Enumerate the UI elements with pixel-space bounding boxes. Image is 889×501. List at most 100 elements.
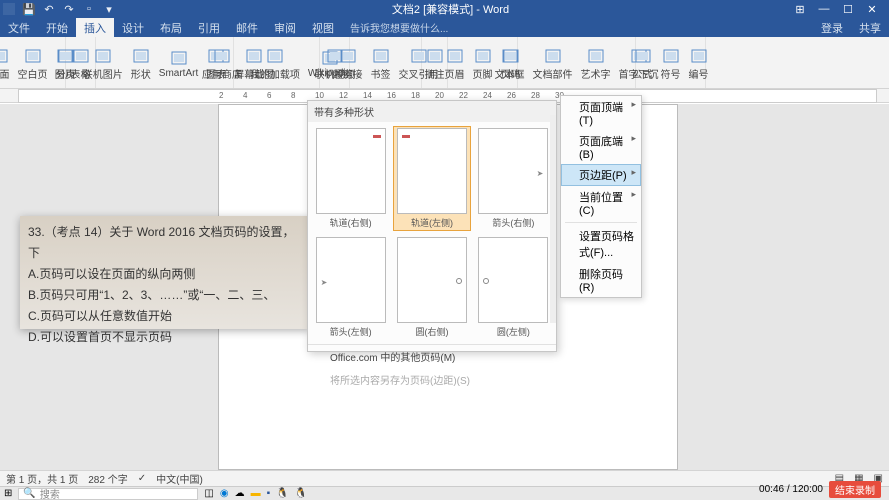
gallery-more-office[interactable]: Office.com 中的其他页码(M) [308,345,556,368]
ribbon-btn-图片[interactable]: 图片 [52,39,78,88]
超链接-icon [338,47,358,65]
gallery-item-轨道(左侧)[interactable]: 轨道(左侧) [393,126,470,231]
explorer-icon[interactable]: ▬ [251,488,261,499]
tell-me[interactable]: 告诉我您想要做什么... [342,18,456,37]
符号-icon [661,47,681,65]
minimize-icon[interactable]: — [817,3,831,16]
status-page[interactable]: 第 1 页，共 1 页 [6,471,78,486]
page-number-menu-item[interactable]: 删除页码(R) [561,263,641,297]
open-icon[interactable]: ▾ [102,2,116,16]
ribbon-group-文本: 文本框文档部件艺术字首字下沉 [518,37,636,88]
gallery-item-箭头(右侧)[interactable]: ➤箭头(右侧) [475,126,552,231]
gallery-item-轨道(右侧)[interactable]: 轨道(右侧) [312,126,389,231]
share[interactable]: 共享 [851,18,889,37]
编号-icon [689,47,709,65]
qq-icon-2[interactable]: 🐧 [295,488,307,499]
ribbon-btn-超链接[interactable]: 超链接 [330,39,366,88]
status-bar: 第 1 页，共 1 页 282 个字 ✓ 中文(中国) ▤ ▦ ▣ [0,470,889,486]
ribbon-options-icon[interactable]: ⊞ [793,3,807,16]
形状-icon [131,47,151,65]
gallery-thumb [478,237,548,323]
word-taskbar-icon[interactable]: ▪ [267,488,271,499]
sign-in[interactable]: 登录 [813,18,851,37]
quiz-option-b: B.页码只可用“1、2、3、……”或“一、二、三、 [28,285,302,306]
ribbon-tabs: 文件 开始 插入 设计 布局 引用 邮件 审阅 视图 告诉我您想要做什么... … [0,18,889,37]
save-icon[interactable]: 💾 [22,2,36,16]
ribbon-btn-空白页[interactable]: 空白页 [15,39,51,88]
gallery-header: 带有多种形状 [308,101,556,122]
gallery-item-箭头(左侧)[interactable]: ➤箭头(左侧) [312,235,389,340]
edge-icon[interactable]: ◉ [220,488,229,499]
status-words[interactable]: 282 个字 [88,471,127,486]
ribbon-btn-形状[interactable]: 形状 [128,39,154,88]
windows-taskbar: ⊞ 🔍 搜索 ◫ ◉ ☁ ▬ ▪ 🐧 🐧 00:46 / 120:00 结束录制 [0,486,889,500]
quiz-option-d: D.可以设置首页不显示页码 [28,327,302,348]
ribbon-btn-编号[interactable]: 编号 [686,39,712,88]
我的加载项-icon [265,47,285,65]
ribbon-btn-页眉[interactable]: 页眉 [442,39,468,88]
文本框-icon [500,47,520,65]
redo-icon[interactable]: ↷ [62,2,76,16]
SmartArt-icon [169,49,189,67]
window-controls: ⊞ — ☐ ✕ [785,3,887,16]
ribbon-btn-封面[interactable]: 封面 [0,39,13,88]
page-number-menu-item[interactable]: 设置页码格式(F)... [561,225,641,263]
undo-icon[interactable]: ↶ [42,2,56,16]
page-number-dropdown: 页面顶端(T)▸页面底端(B)▸页边距(P)▸当前位置(C)▸ 设置页码格式(F)… [560,95,642,298]
gallery-thumb: ➤ [316,237,386,323]
status-language[interactable]: 中文(中国) [156,471,203,486]
tab-review[interactable]: 审阅 [266,18,304,37]
gallery-thumb: ➤ [478,128,548,214]
close-icon[interactable]: ✕ [865,3,879,16]
quick-access-toolbar: 💾 ↶ ↷ ▫ ▾ [2,2,116,16]
tab-design[interactable]: 设计 [114,18,152,37]
文档部件-icon [543,47,563,65]
cloud-icon[interactable]: ☁ [235,488,245,499]
page-number-menu-item[interactable]: 页面顶端(T)▸ [561,96,641,130]
ribbon-btn-联机图片[interactable]: 联机图片 [80,39,126,88]
stop-record-button[interactable]: 结束录制 [829,481,881,498]
quiz-image-overlay: 33.（考点 14）关于 Word 2016 文档页码的设置，下 A.页码可以设… [20,216,310,329]
ribbon-btn-应用商店[interactable]: 应用商店 [199,39,245,88]
maximize-icon[interactable]: ☐ [841,3,855,16]
word-icon [2,2,16,16]
qq-icon[interactable]: 🐧 [276,488,288,499]
new-icon[interactable]: ▫ [82,2,96,16]
tab-view[interactable]: 视图 [304,18,342,37]
taskbar-search[interactable]: 🔍 搜索 [18,488,198,500]
status-spellcheck-icon[interactable]: ✓ [138,473,146,484]
ribbon: 封面空白页分页表格图片联机图片形状SmartArt图表屏幕截图应用商店我的加载项… [0,37,889,89]
ribbon-btn-公式[interactable]: 公式 [630,39,656,88]
tab-file[interactable]: 文件 [0,18,38,37]
gallery-thumb [316,128,386,214]
video-controls: 00:46 / 120:00 结束录制 [759,481,881,498]
page-number-menu-item[interactable]: 当前位置(C)▸ [561,186,641,220]
task-view-icon[interactable]: ◫ [204,488,213,499]
联机图片-icon [93,47,113,65]
gallery-item-圆(右侧)[interactable]: 圆(右侧) [393,235,470,340]
gallery-grid: 轨道(右侧)轨道(左侧)➤箭头(右侧) ➤箭头(左侧)圆(右侧)圆(左侧) [308,122,556,344]
tab-layout[interactable]: 布局 [152,18,190,37]
ribbon-btn-文本框[interactable]: 文本框 [492,39,528,88]
page-number-menu-item[interactable]: 页边距(P)▸ [561,164,641,186]
ribbon-btn-文档部件[interactable]: 文档部件 [530,39,576,88]
gallery-item-圆(左侧)[interactable]: 圆(左侧) [475,235,552,340]
page-number-menu-item[interactable]: 页面底端(B)▸ [561,130,641,164]
start-icon[interactable]: ⊞ [4,488,12,499]
ribbon-btn-符号[interactable]: 符号 [658,39,684,88]
tab-references[interactable]: 引用 [190,18,228,37]
封面-icon [0,47,10,65]
tab-mailings[interactable]: 邮件 [228,18,266,37]
空白页-icon [23,47,43,65]
video-time: 00:46 / 120:00 [759,484,823,495]
ribbon-btn-SmartArt[interactable]: SmartArt [156,39,201,88]
ribbon-btn-我的加载项[interactable]: 我的加载项 [247,39,303,88]
图片-icon [55,47,75,65]
tab-home[interactable]: 开始 [38,18,76,37]
ribbon-btn-书签[interactable]: 书签 [368,39,394,88]
gallery-scrollbar[interactable] [550,115,556,323]
书签-icon [371,47,391,65]
页脚-icon [473,47,493,65]
tab-insert[interactable]: 插入 [76,18,114,37]
ribbon-btn-艺术字[interactable]: 艺术字 [578,39,614,88]
